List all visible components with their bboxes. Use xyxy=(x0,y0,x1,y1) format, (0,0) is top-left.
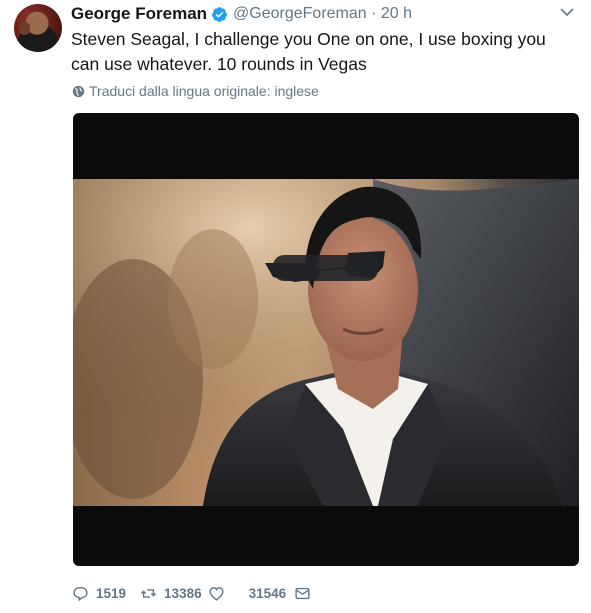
globe-icon xyxy=(72,85,85,97)
translate-link[interactable]: Traduci dalla lingua originale: inglese xyxy=(72,83,319,99)
like-count: 31546 xyxy=(248,585,287,601)
message-button[interactable] xyxy=(294,585,311,602)
tweet-header: George Foreman @GeorgeForeman · 20 h xyxy=(71,3,412,25)
avatar-fist xyxy=(19,22,30,35)
verified-badge-icon xyxy=(212,6,227,22)
retweet-count: 13386 xyxy=(164,585,202,601)
author-handle-and-time[interactable]: @GeorgeForeman · 20 h xyxy=(233,5,412,23)
tweet-text: Steven Seagal, I challenge you One on on… xyxy=(71,29,546,74)
chevron-down-icon[interactable] xyxy=(559,6,575,18)
author-name[interactable]: George Foreman xyxy=(71,4,207,24)
tweet-media[interactable] xyxy=(73,113,579,566)
retweet-icon xyxy=(140,588,157,598)
tweet-actions: 1519 13386 31546 xyxy=(72,583,311,603)
like-icon xyxy=(209,586,224,601)
translate-label: Traduci dalla lingua originale: inglese xyxy=(89,83,319,99)
like-button[interactable]: 31546 xyxy=(208,585,287,602)
reply-count: 1519 xyxy=(96,585,127,601)
reply-button[interactable]: 1519 xyxy=(72,585,126,602)
photo-illustration xyxy=(73,179,579,506)
avatar[interactable] xyxy=(14,4,62,52)
tweet-photo xyxy=(73,179,579,506)
retweet-button[interactable]: 13386 xyxy=(140,585,202,602)
message-icon xyxy=(295,587,310,599)
reply-icon xyxy=(73,586,88,601)
